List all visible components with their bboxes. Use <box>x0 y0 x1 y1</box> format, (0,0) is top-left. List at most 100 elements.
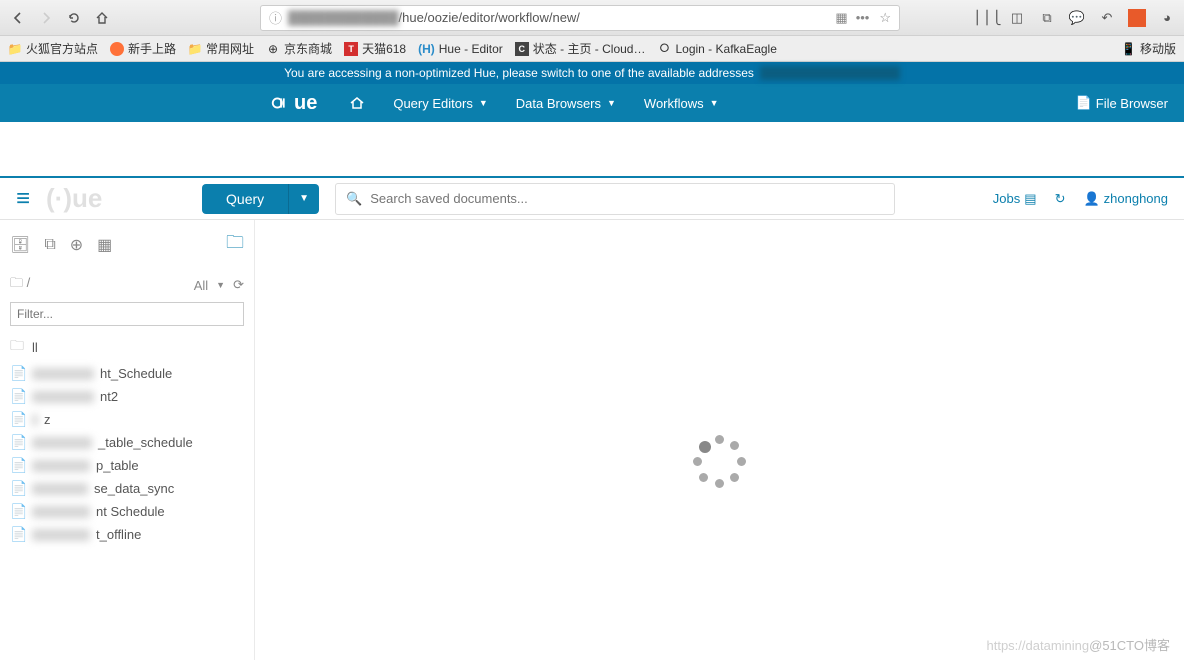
bookmark-item[interactable]: (H)Hue - Editor <box>418 42 503 56</box>
doc-name-suffix: ll <box>32 340 38 355</box>
query-button[interactable]: Query <box>202 184 288 214</box>
url-bar[interactable]: ⓘ ████████████/hue/oozie/editor/workflow… <box>260 5 900 31</box>
reload-button[interactable] <box>64 8 84 28</box>
jobs-icon: ▤ <box>1024 191 1036 207</box>
doc-name-suffix: ht_Schedule <box>100 366 172 381</box>
notice-text: You are accessing a non-optimized Hue, p… <box>284 66 754 80</box>
hue-logo[interactable]: ue <box>270 92 317 115</box>
bookmark-item[interactable]: ⊕京东商城 <box>266 40 332 57</box>
grid-icon[interactable]: ▦ <box>97 235 112 255</box>
nav-home[interactable] <box>335 95 379 111</box>
url-text: ████████████/hue/oozie/editor/workflow/n… <box>288 10 835 25</box>
list-item[interactable]: 📄 t_offline <box>10 523 244 546</box>
doc-name-suffix: se_data_sync <box>94 481 174 496</box>
bookmark-item[interactable]: ⭘Login - KafkaEagle <box>657 42 776 56</box>
hue-icon: (H) <box>418 42 435 56</box>
forward-button[interactable] <box>36 8 56 28</box>
filter-input[interactable] <box>10 302 244 326</box>
firefox-icon <box>110 42 124 56</box>
nav-data-browsers[interactable]: Data Browsers▼ <box>502 96 630 111</box>
undo-icon[interactable]: ↶ <box>1098 9 1116 27</box>
list-item[interactable]: 🗀 ll <box>10 332 244 362</box>
library-icon[interactable]: ⎪⎪⎩ <box>978 9 996 27</box>
query-button-group: Query ▼ <box>202 184 319 214</box>
cloud-icon: C <box>515 42 529 56</box>
watermark: https://datamining@51CTO博客 <box>987 635 1171 654</box>
list-item[interactable]: 📄nt2 <box>10 385 244 408</box>
addon-icon[interactable]: ⧉ <box>1038 9 1056 27</box>
redacted <box>32 368 94 380</box>
zoom-icon[interactable]: ⊕ <box>70 235 83 255</box>
nav-file-browser[interactable]: 📄 File Browser <box>1076 95 1168 111</box>
copy-icon[interactable]: ⧉ <box>44 236 55 254</box>
bookmark-item[interactable]: 📁常用网址 <box>188 40 254 57</box>
doc-icon: 📄 <box>10 480 26 497</box>
doc-icon: 📄 <box>10 503 26 520</box>
tmall-icon: T <box>344 42 358 56</box>
content-area: https://datamining@51CTO博客 <box>255 220 1184 660</box>
nav-workflows[interactable]: Workflows▼ <box>630 96 733 111</box>
back-button[interactable] <box>8 8 28 28</box>
list-item[interactable]: 📄 nt Schedule <box>10 500 244 523</box>
profile-icon[interactable]: ◕ <box>1158 9 1176 27</box>
doc-name-suffix: nt Schedule <box>96 504 165 519</box>
extension-icon[interactable] <box>1128 9 1146 27</box>
search-input[interactable] <box>370 191 884 206</box>
hamburger-button[interactable]: ≡ <box>16 185 30 213</box>
file-icon: 📄 <box>1076 95 1092 111</box>
notice-hidden <box>760 66 900 80</box>
doc-name-suffix: nt2 <box>100 389 118 404</box>
doc-icon: 📄 <box>10 365 26 382</box>
doc-name-suffix: t_offline <box>96 527 141 542</box>
list-item[interactable]: 📄p_table <box>10 454 244 477</box>
redacted <box>32 437 92 449</box>
db-icon[interactable]: 🗄 <box>10 235 30 255</box>
redacted <box>32 414 38 426</box>
bookmark-item[interactable]: C状态 - 主页 - Cloud… <box>515 40 646 57</box>
sidebar: 🗄 ⧉ ⊕ ▦ 🗀 🗀 / All ▼ ⟳ 🗀ll📄ht_Schedule📄nt… <box>0 220 255 660</box>
home-button[interactable] <box>92 8 112 28</box>
redacted <box>32 529 90 541</box>
bookmark-item[interactable]: 📁火狐官方站点 <box>8 40 98 57</box>
redacted <box>32 460 90 472</box>
doc-icon: 📄 <box>10 457 26 474</box>
list-item[interactable]: 📄 ht_Schedule <box>10 362 244 385</box>
mobile-link[interactable]: 📱移动版 <box>1121 40 1176 57</box>
list-item[interactable]: 📄 _table_schedule <box>10 431 244 454</box>
doc-icon: 📄 <box>10 411 26 428</box>
history-icon[interactable]: ↻ <box>1055 191 1066 207</box>
more-icon[interactable]: ••• <box>856 10 870 26</box>
breadcrumb[interactable]: 🗀 / <box>10 274 30 296</box>
bookmark-item[interactable]: T天猫618 <box>344 40 406 57</box>
search-box[interactable]: 🔍 <box>335 183 895 215</box>
list-item[interactable]: 📄 se_data_sync <box>10 477 244 500</box>
chat-icon[interactable]: 💬 <box>1068 9 1086 27</box>
documents-icon[interactable]: 🗀 <box>226 230 244 260</box>
loading-spinner <box>690 432 750 492</box>
user-menu[interactable]: 👤zhonghong <box>1083 191 1168 207</box>
doc-list: 🗀ll📄ht_Schedule📄nt2📄z📄_table_schedule📄p_… <box>10 332 244 546</box>
header-right: Jobs ▤ ↻ 👤zhonghong <box>993 191 1168 207</box>
filter-scope[interactable]: All ▼ ⟳ <box>194 277 244 293</box>
search-icon: 🔍 <box>346 191 362 207</box>
bookmark-item[interactable]: 新手上路 <box>110 40 176 57</box>
star-icon[interactable]: ☆ <box>879 10 891 26</box>
redacted <box>32 483 88 495</box>
sidebar-icon[interactable]: ◫ <box>1008 9 1026 27</box>
jobs-link[interactable]: Jobs ▤ <box>993 191 1037 207</box>
nav-query-editors[interactable]: Query Editors▼ <box>379 96 501 111</box>
info-icon: ⓘ <box>269 8 282 27</box>
qr-icon[interactable]: ▦ <box>835 10 845 26</box>
folder-icon: 🗀 <box>10 335 26 359</box>
query-dropdown[interactable]: ▼ <box>288 184 319 214</box>
refresh-icon[interactable]: ⟳ <box>233 277 244 293</box>
urlbar-actions: ▦ ••• ☆ <box>835 10 891 26</box>
hue-nav: ue Query Editors▼ Data Browsers▼ Workflo… <box>0 84 1184 122</box>
doc-icon: 📄 <box>10 526 26 543</box>
doc-icon: 📄 <box>10 434 26 451</box>
redacted <box>32 391 94 403</box>
list-item[interactable]: 📄z <box>10 408 244 431</box>
browser-toolbar: ⓘ ████████████/hue/oozie/editor/workflow… <box>0 0 1184 36</box>
main-header: ≡ (·)ue Query ▼ 🔍 Jobs ▤ ↻ 👤zhonghong <box>0 176 1184 220</box>
doc-name-suffix: _table_schedule <box>98 435 193 450</box>
